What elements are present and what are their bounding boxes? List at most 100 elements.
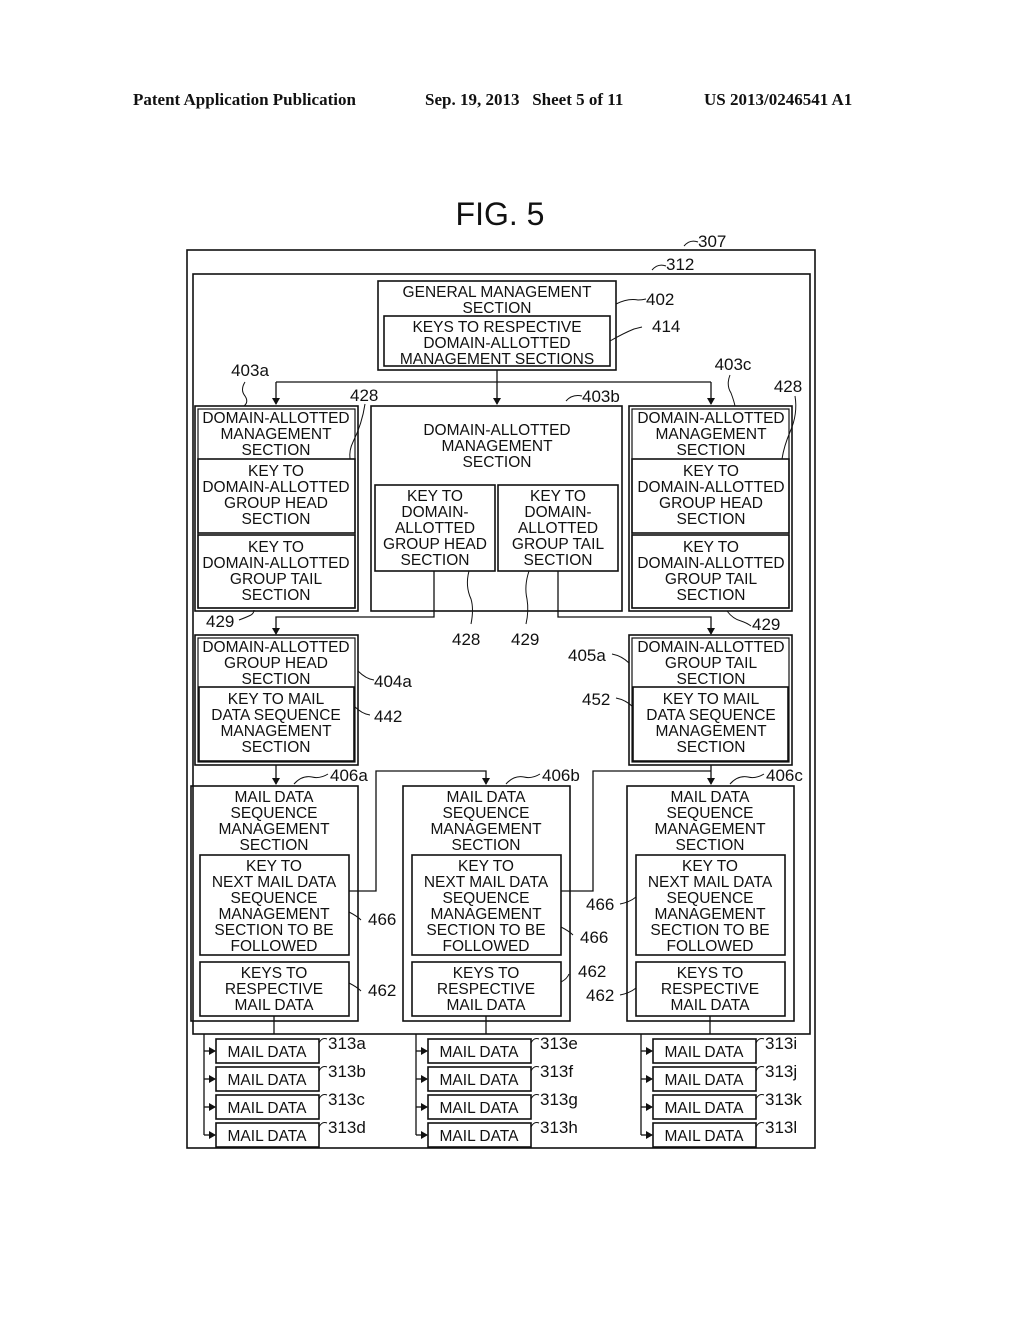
next-key-c-text-line: SECTION TO BE (650, 922, 769, 939)
key-tail-c-text-line: KEY TO (683, 539, 739, 556)
key-mail-seq-a-text-line: MANAGEMENT (220, 723, 332, 740)
key-tail-a-text-line: SECTION (242, 587, 311, 604)
next-key-b-text-line: SECTION TO BE (426, 922, 545, 939)
key-tail-a-text-line: GROUP TAIL (230, 571, 323, 588)
key-tail-b-text-line: GROUP TAIL (512, 536, 605, 553)
dam-b-title-line: MANAGEMENT (441, 438, 553, 455)
next-key-c-text-line: NEXT MAIL DATA (648, 874, 773, 891)
leader-313a (318, 1038, 328, 1044)
key-tail-b-text-line: ALLOTTED (518, 520, 598, 537)
key-tail-c-text-line: GROUP TAIL (665, 571, 758, 588)
seq-c-title-line: MAIL DATA (671, 789, 751, 806)
leader-313d (318, 1122, 328, 1128)
key-mail-seq-a-text-line: DATA SEQUENCE (211, 707, 340, 724)
mail-data-label-313k: MAIL DATA (665, 1100, 745, 1117)
leader-402 (615, 298, 647, 305)
leader-466-b (560, 926, 574, 936)
seq-a-title-line: SECTION (240, 837, 309, 854)
next-key-a-text-line: NEXT MAIL DATA (212, 874, 337, 891)
key-head-c-text-line: DOMAIN-ALLOTTED (637, 479, 784, 496)
leader-462-a (348, 982, 362, 992)
tail-a-title-line: DOMAIN-ALLOTTED (637, 639, 784, 656)
ref-403b: 403b (582, 387, 620, 406)
mail-keys-c-text-line: MAIL DATA (671, 997, 751, 1014)
dam-a-title-line: SECTION (242, 442, 311, 459)
ref-403c: 403c (715, 355, 752, 374)
leader-313g (530, 1094, 540, 1100)
ref-313k: 313k (765, 1090, 802, 1109)
seq-a-title-line: MANAGEMENT (218, 821, 330, 838)
key-tail-a-text-line: KEY TO (248, 539, 304, 556)
ref-313g: 313g (540, 1090, 578, 1109)
leader-462-c (619, 987, 637, 996)
ref-442: 442 (374, 707, 402, 726)
next-key-b-text-line: NEXT MAIL DATA (424, 874, 549, 891)
key-head-b-text-line: KEY TO (407, 488, 463, 505)
leader-307 (683, 240, 699, 247)
key-tail-c-text-line: DOMAIN-ALLOTTED (637, 555, 784, 572)
ref-313f: 313f (540, 1062, 573, 1081)
next-key-c-text-line: SEQUENCE (667, 890, 754, 907)
leader-462-b (560, 973, 570, 983)
patent-sheet: Patent Application Publication Sep. 19, … (0, 0, 1024, 1320)
leader-403b (565, 395, 583, 402)
seq-a-title-line: MAIL DATA (235, 789, 315, 806)
seq-c-title-line: SEQUENCE (667, 805, 754, 822)
general-keys-line: MANAGEMENT SECTIONS (400, 351, 594, 368)
leader-452 (615, 697, 634, 708)
key-head-c-text-line: SECTION (677, 511, 746, 528)
seq-b-title-line: MAIL DATA (447, 789, 527, 806)
next-key-a-text-line: FOLLOWED (231, 938, 318, 955)
next-key-b-text-line: MANAGEMENT (430, 906, 542, 923)
leader-313k (755, 1094, 765, 1100)
mail-data-label-313i: MAIL DATA (665, 1044, 745, 1061)
leader-313l (755, 1122, 765, 1128)
tail-a-title-line: GROUP TAIL (665, 655, 758, 672)
key-mail-seq-a-text-line: KEY TO MAIL (228, 691, 325, 708)
ref-313c: 313c (328, 1090, 365, 1109)
key-head-a-text-line: KEY TO (248, 463, 304, 480)
leader-313e (530, 1038, 540, 1044)
key-head-c-text-line: GROUP HEAD (659, 495, 763, 512)
key-tail-b-text-line: KEY TO (530, 488, 586, 505)
general-keys-line: KEYS TO RESPECTIVE (412, 319, 581, 336)
leader-313j (755, 1066, 765, 1072)
key-mail-seq-c-text-line: MANAGEMENT (655, 723, 767, 740)
key-head-b-text-line: DOMAIN- (401, 504, 468, 521)
general-keys-line: DOMAIN-ALLOTTED (423, 335, 570, 352)
ref-462-b: 462 (578, 962, 606, 981)
next-key-c-text-line: KEY TO (682, 858, 738, 875)
leader-429-c (726, 610, 752, 627)
dam-a-title-line: MANAGEMENT (220, 426, 332, 443)
leader-313c (318, 1094, 328, 1100)
mail-keys-a-text-line: KEYS TO (241, 965, 308, 982)
ref-312: 312 (666, 255, 694, 274)
leader-313f (530, 1066, 540, 1072)
ref-452: 452 (582, 690, 610, 709)
ref-307: 307 (698, 232, 726, 251)
ref-402: 402 (646, 290, 674, 309)
ref-429-a: 429 (206, 612, 234, 631)
mail-data-label-313f: MAIL DATA (440, 1072, 520, 1089)
next-key-c-text-line: MANAGEMENT (654, 906, 766, 923)
mail-data-label-313a: MAIL DATA (228, 1044, 308, 1061)
ref-405a: 405a (568, 646, 606, 665)
leader-403c (727, 374, 736, 407)
mail-keys-a-text-line: RESPECTIVE (225, 981, 323, 998)
ref-414: 414 (652, 317, 680, 336)
head-a-title-line: SECTION (242, 671, 311, 688)
seq-c-title-line: MANAGEMENT (654, 821, 766, 838)
key-mail-seq-c-text-line: SECTION (677, 739, 746, 756)
mail-keys-b-text-line: KEYS TO (453, 965, 520, 982)
next-key-b-text-line: KEY TO (458, 858, 514, 875)
key-head-a-text-line: GROUP HEAD (224, 495, 328, 512)
leader-312 (651, 264, 667, 271)
dam-b-title-line: DOMAIN-ALLOTTED (423, 422, 570, 439)
ref-429-c: 429 (752, 615, 780, 634)
ref-403a: 403a (231, 361, 269, 380)
ref-466-a: 466 (368, 910, 396, 929)
ref-313a: 313a (328, 1034, 366, 1053)
key-head-b-text-line: SECTION (401, 552, 470, 569)
ref-313h: 313h (540, 1118, 578, 1137)
tail-a-title-line: SECTION (677, 671, 746, 688)
